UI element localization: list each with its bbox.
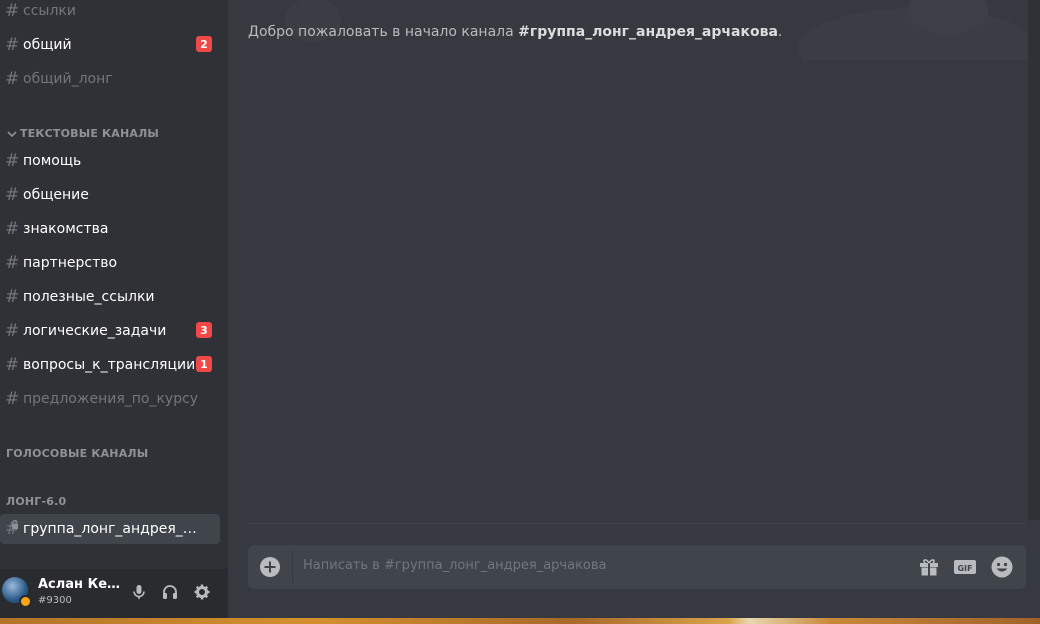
channel-name: группа_лонг_андрея_ар... [23, 521, 203, 537]
os-taskbar-strip [0, 618, 1040, 624]
gif-icon[interactable]: GIF [953, 555, 977, 579]
channel-item-general[interactable]: # общий 2 [0, 30, 220, 60]
channel-item-selected-group[interactable]: # группа_лонг_андрея_ар... [0, 514, 220, 544]
channel-item-introductions[interactable]: # знакомства [0, 214, 220, 244]
category-label: ГОЛОСОВЫЕ КАНАЛЫ [6, 447, 149, 460]
category-long[interactable]: ЛОНГ-6.0 [6, 495, 66, 508]
microphone-icon[interactable] [130, 583, 148, 601]
welcome-suffix: . [777, 24, 783, 40]
mention-badge: 2 [196, 36, 212, 52]
channel-name: общий [23, 37, 72, 53]
hash-icon: # [5, 35, 20, 55]
scrollbar-track[interactable] [1028, 0, 1040, 520]
hash-icon: # [5, 321, 20, 341]
channel-name: общение [23, 187, 89, 203]
headphones-icon[interactable] [161, 583, 179, 601]
channel-item-logic-puzzles[interactable]: # логические_задачи 3 [0, 316, 220, 346]
channel-item-course-suggestions[interactable]: # предложения_по_курсу [0, 384, 220, 414]
hash-icon: # [5, 185, 20, 205]
channel-name: знакомства [23, 221, 109, 237]
channel-item-stream-questions[interactable]: # вопросы_к_трансляции 1 [0, 350, 220, 380]
composer-separator [292, 551, 293, 583]
gear-icon[interactable] [193, 583, 211, 601]
hash-icon: # [5, 253, 20, 273]
channel-item-chat[interactable]: # общение [0, 180, 220, 210]
upload-plus-icon[interactable] [258, 555, 282, 579]
welcome-text: Добро пожаловать в начало канала [248, 24, 519, 40]
mention-badge: 3 [196, 322, 212, 338]
channel-item-general-long[interactable]: # общий_лонг [0, 64, 220, 94]
channel-name: помощь [23, 153, 82, 169]
category-voice-channels[interactable]: ГОЛОСОВЫЕ КАНАЛЫ [6, 447, 148, 460]
hash-icon: # [5, 355, 20, 375]
channel-item-links[interactable]: # ссылки [0, 0, 220, 26]
mention-badge: 1 [196, 356, 212, 372]
hash-icon: # [5, 151, 20, 171]
emoji-icon[interactable] [990, 555, 1014, 579]
channel-name: предложения_по_курсу [23, 391, 199, 407]
channel-name: логические_задачи [23, 323, 167, 339]
channel-welcome-message: Добро пожаловать в начало канала #группа… [248, 24, 782, 40]
hash-icon: # [5, 389, 20, 409]
status-idle-icon [19, 595, 32, 608]
hash-icon: # [5, 287, 20, 307]
locked-hash-icon: # [5, 519, 20, 539]
channel-item-help[interactable]: # помощь [0, 146, 220, 176]
channel-name: вопросы_к_трансляции [23, 357, 196, 373]
channel-item-partnership[interactable]: # партнерство [0, 248, 220, 278]
chevron-down-icon [7, 130, 17, 137]
hash-icon: # [5, 69, 20, 89]
channel-sidebar: # ссылки # общий 2 # общий_лонг ТЕКСТОВЫ… [0, 0, 228, 624]
channel-name: партнерство [23, 255, 118, 271]
welcome-channel-name: #группа_лонг_андрея_арчакова [518, 24, 778, 40]
hash-icon: # [5, 1, 20, 21]
user-panel: Аслан Кери... #9300 [0, 569, 228, 618]
user-tag: #9300 [38, 595, 72, 606]
hash-icon: # [5, 219, 20, 239]
channel-item-useful-links[interactable]: # полезные_ссылки [0, 282, 220, 312]
channel-name: общий_лонг [23, 71, 113, 87]
channel-name: полезные_ссылки [23, 289, 155, 305]
divider [248, 523, 1026, 524]
username: Аслан Кери... [38, 577, 124, 592]
category-label: ТЕКСТОВЫЕ КАНАЛЫ [20, 127, 160, 140]
category-text-channels[interactable]: ТЕКСТОВЫЕ КАНАЛЫ [6, 127, 159, 140]
channel-name: ссылки [23, 3, 76, 19]
gift-icon[interactable] [917, 555, 941, 579]
message-composer: GIF [248, 545, 1026, 589]
category-label: ЛОНГ-6.0 [6, 495, 67, 508]
message-input[interactable] [303, 558, 883, 573]
svg-text:GIF: GIF [957, 564, 972, 573]
